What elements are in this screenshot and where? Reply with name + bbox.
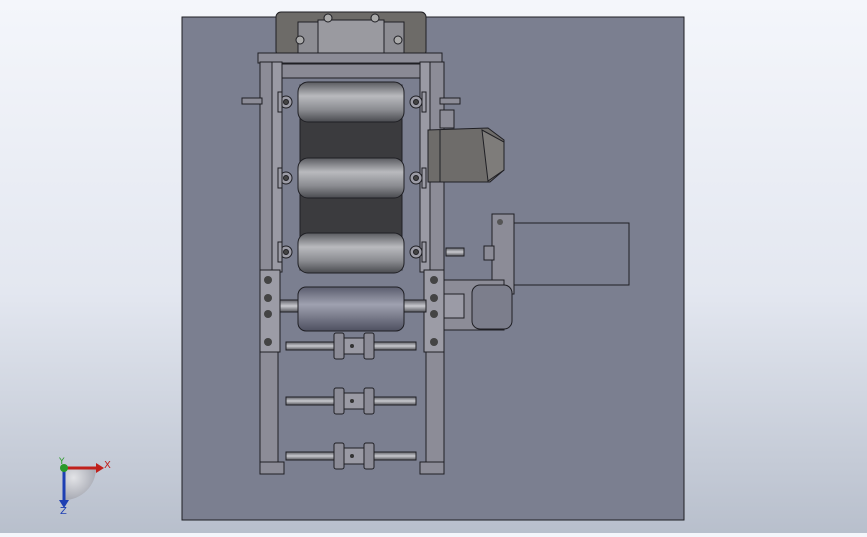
- cad-graphics-viewport[interactable]: X Y Z: [0, 0, 867, 533]
- right-lower-bearing-plate[interactable]: [423, 269, 445, 353]
- roller-middle[interactable]: [297, 157, 405, 199]
- drive-motor[interactable]: [483, 213, 630, 295]
- roller-top[interactable]: [297, 81, 405, 123]
- axis-x-label: X: [104, 460, 111, 471]
- idler-roller[interactable]: [297, 286, 405, 332]
- axis-z-label: Z: [60, 506, 67, 517]
- top-cross-bar[interactable]: [257, 52, 443, 64]
- roller-bottom[interactable]: [297, 232, 405, 274]
- axis-y-label: Y: [58, 457, 65, 467]
- left-lower-bearing-plate[interactable]: [259, 269, 281, 353]
- motor-coupling[interactable]: [441, 279, 513, 331]
- coordinate-triad[interactable]: X Y Z: [58, 457, 111, 517]
